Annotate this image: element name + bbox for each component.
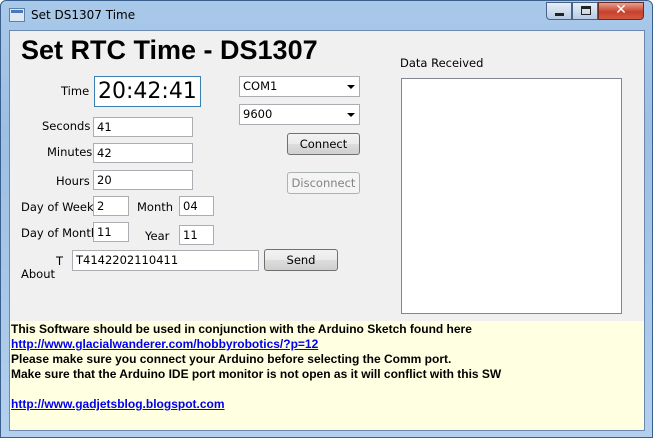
blog-link[interactable]: http://www.gadjetsblog.blogspot.com <box>11 397 644 412</box>
window-title: Set DS1307 Time <box>31 8 136 22</box>
month-field[interactable]: 04 <box>179 196 214 216</box>
com-port-value: COM1 <box>243 79 278 93</box>
send-button[interactable]: Send <box>264 249 338 271</box>
close-icon: ✕ <box>615 2 627 18</box>
time-display-field[interactable]: 20:42:41 <box>94 76 201 107</box>
command-string-field[interactable]: T4142202110411 <box>72 250 259 271</box>
info-line-connect: Please make sure you connect your Arduin… <box>11 352 452 366</box>
baud-rate-value: 9600 <box>243 107 273 121</box>
t-label: T <box>56 254 64 268</box>
day-of-week-field[interactable]: 2 <box>93 196 129 216</box>
hours-field[interactable]: 20 <box>93 170 193 190</box>
about-label[interactable]: About <box>21 267 55 281</box>
app-icon <box>9 8 25 22</box>
day-of-month-label: Day of Month <box>21 226 99 240</box>
year-field[interactable]: 11 <box>179 225 214 245</box>
seconds-label: Seconds <box>42 119 91 133</box>
minimize-button[interactable] <box>546 2 572 20</box>
com-port-select[interactable]: COM1 <box>239 76 360 97</box>
info-line-sketch: This Software should be used in conjunct… <box>11 322 472 336</box>
minimize-icon <box>555 13 564 16</box>
title-bar[interactable]: Set DS1307 Time ✕ <box>1 1 652 29</box>
info-panel: This Software should be used in conjunct… <box>10 321 644 430</box>
minutes-label: Minutes <box>47 145 93 159</box>
disconnect-button[interactable]: Disconnect <box>287 172 360 194</box>
baud-rate-select[interactable]: 9600 <box>239 104 360 125</box>
maximize-button[interactable] <box>572 2 598 20</box>
form-client-area: Set RTC Time - DS1307 Time 20:42:41 Seco… <box>9 30 645 431</box>
data-received-label: Data Received <box>400 56 484 70</box>
day-of-month-field[interactable]: 11 <box>93 222 129 242</box>
minutes-field[interactable]: 42 <box>93 143 193 163</box>
day-of-week-label: Day of Week <box>21 200 94 214</box>
seconds-field[interactable]: 41 <box>93 117 193 137</box>
month-label: Month <box>137 200 174 214</box>
chevron-down-icon <box>347 85 355 89</box>
chevron-down-icon <box>347 113 355 117</box>
sketch-link[interactable]: http://www.glacialwanderer.com/hobbyrobo… <box>11 337 644 352</box>
data-received-textbox[interactable] <box>401 78 622 314</box>
close-button[interactable]: ✕ <box>598 2 644 20</box>
info-line-port-monitor: Make sure that the Arduino IDE port moni… <box>11 367 502 381</box>
app-window: Set DS1307 Time ✕ Set RTC Time - DS1307 … <box>0 0 653 438</box>
maximize-icon <box>581 6 591 15</box>
connect-button[interactable]: Connect <box>287 133 360 155</box>
time-label: Time <box>61 84 90 98</box>
year-label: Year <box>145 229 170 243</box>
hours-label: Hours <box>56 174 90 188</box>
page-title: Set RTC Time - DS1307 <box>21 35 318 65</box>
